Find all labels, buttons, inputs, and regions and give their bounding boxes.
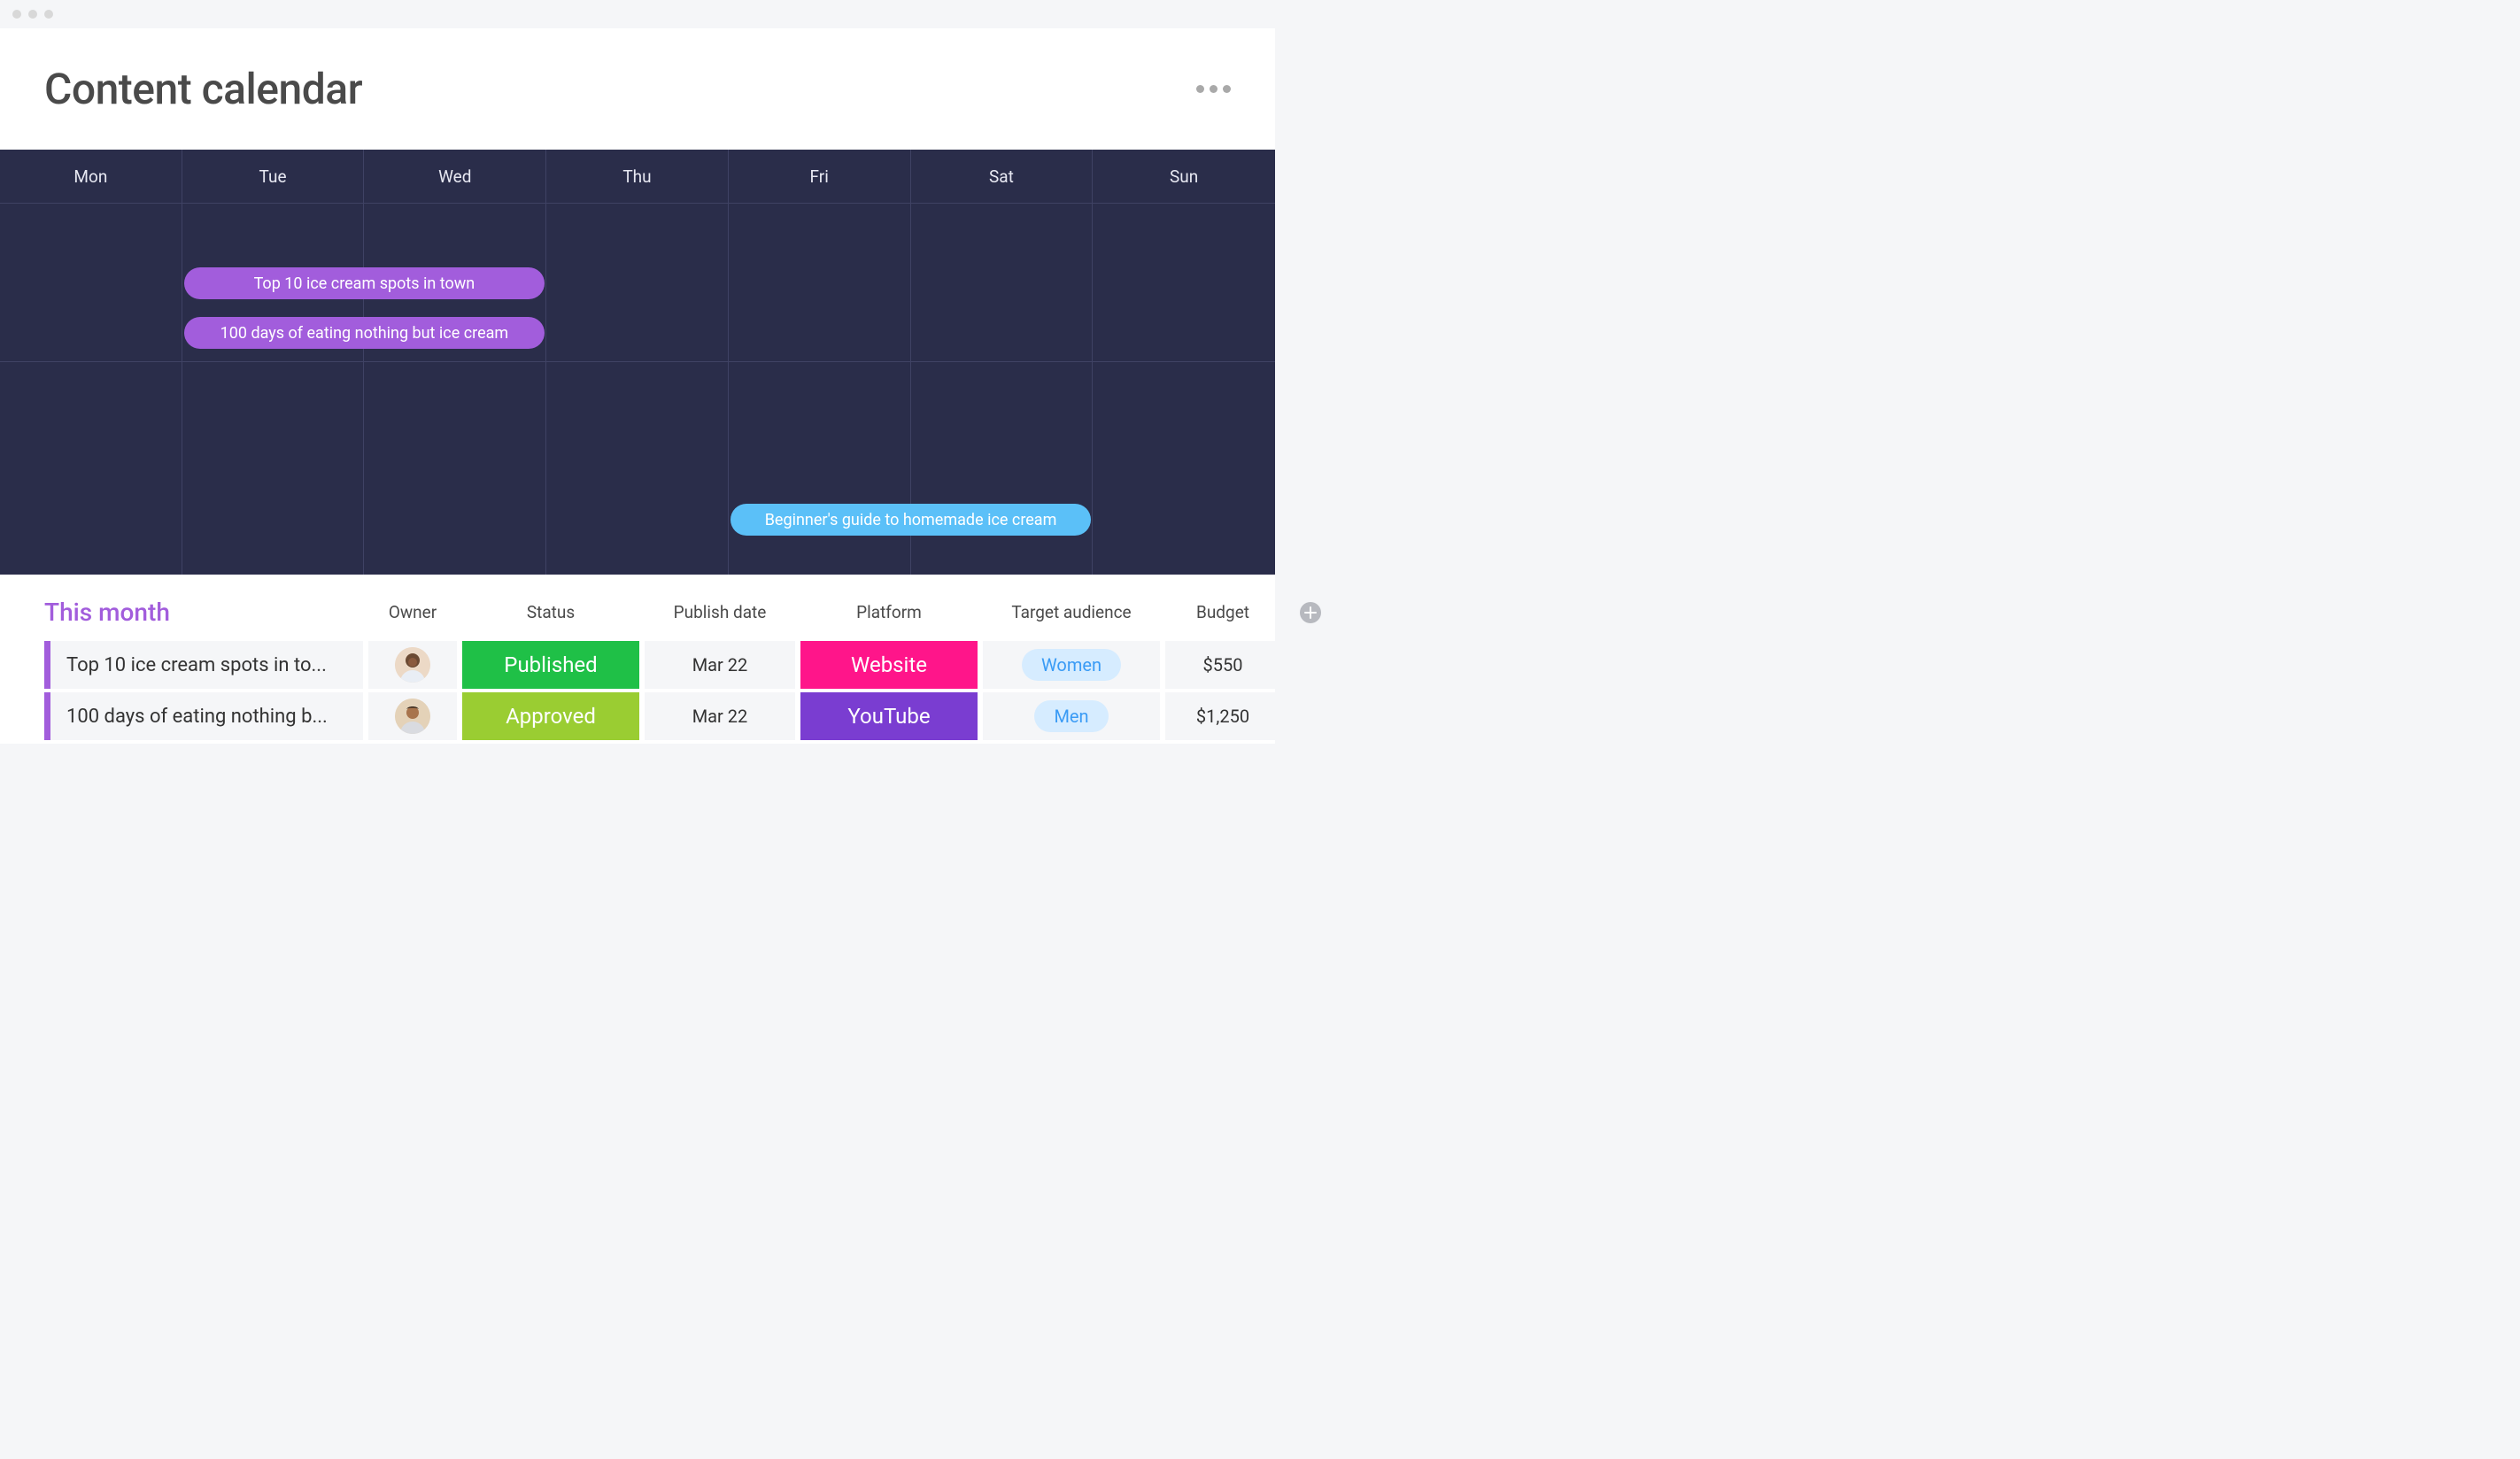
day-header: Fri [729,150,911,203]
calendar-cell[interactable] [729,255,911,361]
calendar-event[interactable]: Top 10 ice cream spots in town [184,267,545,299]
table-row[interactable]: Top 10 ice cream spots in to... Publishe… [44,641,1231,689]
table-header-row: This month Owner Status Publish date Pla… [44,598,1231,627]
day-header: Sat [911,150,1094,203]
item-name-cell[interactable]: 100 days of eating nothing b... [44,692,363,740]
traffic-light-zoom[interactable] [44,10,53,19]
calendar-cell[interactable] [911,204,1094,255]
column-header-platform[interactable]: Platform [800,602,978,622]
calendar-cell[interactable] [729,362,911,468]
calendar-cell[interactable] [0,204,182,255]
platform-cell[interactable]: Website [800,641,978,689]
publish-date-cell[interactable]: Mar 22 [645,692,795,740]
platform-label: YouTube [847,704,930,729]
calendar-cell[interactable] [1093,204,1275,255]
audience-pill: Men [1034,700,1108,732]
status-label: Approved [506,704,596,729]
traffic-light-minimize[interactable] [28,10,37,19]
item-name: 100 days of eating nothing b... [66,706,328,728]
window-chrome [0,0,1275,28]
status-cell[interactable]: Approved [462,692,639,740]
calendar-cell[interactable] [0,468,182,575]
app: Content calendar Mon Tue Wed Thu Fri Sat… [0,28,1275,744]
calendar-cell[interactable] [1093,362,1275,468]
calendar-week-row [0,361,1275,468]
avatar [395,699,430,734]
day-header: Thu [546,150,729,203]
calendar-cell[interactable] [364,204,546,255]
platform-cell[interactable]: YouTube [800,692,978,740]
column-header-audience[interactable]: Target audience [983,602,1160,622]
owner-cell[interactable] [368,641,457,689]
table-row[interactable]: 100 days of eating nothing b... Approved… [44,692,1231,740]
calendar-cell[interactable] [364,362,546,468]
calendar-cell[interactable] [911,362,1094,468]
page-title: Content calendar [44,64,362,114]
day-header: Wed [364,150,546,203]
column-header-owner[interactable]: Owner [368,602,457,622]
traffic-light-close[interactable] [12,10,21,19]
event-title: Top 10 ice cream spots in town [254,274,475,293]
budget-cell[interactable]: $550 [1165,641,1280,689]
avatar-icon [395,647,430,683]
day-header: Mon [0,150,182,203]
avatar [395,647,430,683]
calendar-cell[interactable] [0,255,182,361]
calendar-cell[interactable] [1093,255,1275,361]
status-cell[interactable]: Published [462,641,639,689]
publish-date-cell[interactable]: Mar 22 [645,641,795,689]
row-spacer [1286,692,1321,740]
header: Content calendar [0,28,1275,150]
ellipsis-icon [1223,85,1231,93]
row-spacer [1286,641,1321,689]
ellipsis-icon [1210,85,1217,93]
calendar-header-row: Mon Tue Wed Thu Fri Sat Sun [0,150,1275,203]
calendar-event[interactable]: 100 days of eating nothing but ice cream [184,317,545,349]
add-column-button[interactable] [1300,602,1321,623]
calendar-cell[interactable] [182,362,365,468]
column-header-status[interactable]: Status [462,602,639,622]
calendar-cell[interactable] [364,468,546,575]
event-title: 100 days of eating nothing but ice cream [220,324,509,343]
calendar-cell[interactable] [546,204,729,255]
table-section: This month Owner Status Publish date Pla… [0,575,1275,744]
calendar-cell[interactable] [546,255,729,361]
calendar-cell[interactable] [182,468,365,575]
budget-value: $1,250 [1196,706,1249,727]
publish-date: Mar 22 [692,654,748,675]
audience-cell[interactable]: Men [983,692,1160,740]
calendar-cell[interactable] [546,362,729,468]
calendar-cell[interactable] [729,204,911,255]
calendar-cell[interactable] [546,468,729,575]
owner-cell[interactable] [368,692,457,740]
calendar: Mon Tue Wed Thu Fri Sat Sun [0,150,1275,575]
more-options-button[interactable] [1196,85,1231,93]
budget-cell[interactable]: $1,250 [1165,692,1280,740]
calendar-event[interactable]: Beginner's guide to homemade ice cream [730,504,1091,536]
calendar-cell[interactable] [0,362,182,468]
ellipsis-icon [1196,85,1204,93]
calendar-cell[interactable] [911,255,1094,361]
group-title[interactable]: This month [44,598,363,627]
calendar-week-row [0,203,1275,255]
platform-label: Website [851,652,927,677]
status-label: Published [504,652,597,677]
calendar-cell[interactable] [1093,468,1275,575]
day-header: Tue [182,150,365,203]
column-header-budget[interactable]: Budget [1165,602,1280,622]
item-name-cell[interactable]: Top 10 ice cream spots in to... [44,641,363,689]
audience-pill: Women [1022,649,1121,681]
publish-date: Mar 22 [692,706,748,727]
calendar-cell[interactable] [182,204,365,255]
avatar-icon [395,699,430,734]
audience-cell[interactable]: Women [983,641,1160,689]
column-header-publish-date[interactable]: Publish date [645,602,795,622]
item-name: Top 10 ice cream spots in to... [66,654,327,676]
event-title: Beginner's guide to homemade ice cream [765,511,1057,529]
plus-icon [1304,606,1317,619]
day-header: Sun [1093,150,1275,203]
budget-value: $550 [1203,654,1243,675]
